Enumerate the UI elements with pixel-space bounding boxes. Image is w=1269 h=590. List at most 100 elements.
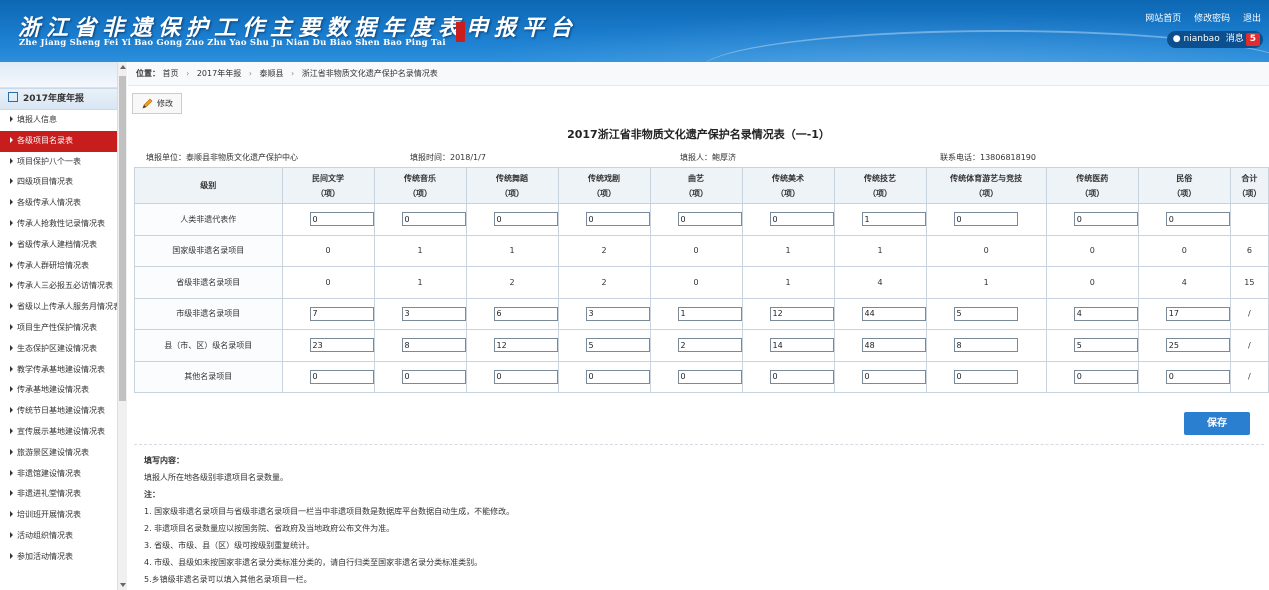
count-input[interactable]: [861, 306, 926, 321]
sidebar-group-2017[interactable]: 2017年度年报: [0, 88, 126, 110]
report-person: 填报人：鲍厚济: [680, 153, 736, 162]
notes: 填写内容： 填报人所在地各级别非遗项目名录数量。 注： 1. 国家级非遗名录项目…: [144, 452, 514, 588]
sidebar-item[interactable]: 培训班开展情况表: [0, 505, 126, 526]
sidebar-item[interactable]: 传承基地建设情况表: [0, 380, 126, 401]
user-box[interactable]: ● nianbao 消息 5: [1166, 31, 1263, 48]
sidebar-item[interactable]: 各级项目名录表: [0, 130, 126, 152]
sidebar-item[interactable]: 项目生产性保护情况表: [0, 318, 126, 339]
table-cell: 1: [465, 234, 559, 267]
column-header-unit: （项）: [592, 188, 617, 198]
count-input[interactable]: [309, 212, 374, 227]
count-input[interactable]: [309, 369, 374, 384]
count-input[interactable]: [677, 306, 742, 321]
count-input[interactable]: [493, 338, 558, 353]
column-header: 传统技艺 （项）: [833, 167, 927, 204]
sidebar-item[interactable]: 非遗馆建设情况表: [0, 464, 126, 485]
count-input[interactable]: [401, 212, 466, 227]
count-input[interactable]: [1165, 369, 1230, 384]
sidebar-item[interactable]: 四级项目情况表: [0, 172, 126, 193]
count-input[interactable]: [493, 212, 558, 227]
messages-label[interactable]: 消息: [1226, 34, 1244, 44]
count-input[interactable]: [585, 306, 650, 321]
sidebar-item[interactable]: 传统节日基地建设情况表: [0, 401, 126, 422]
logout-link[interactable]: 退出: [1243, 14, 1261, 24]
sidebar-item[interactable]: 非遗进礼堂情况表: [0, 484, 126, 505]
count-input[interactable]: [1165, 212, 1230, 227]
count-input[interactable]: [1073, 338, 1138, 353]
count-input[interactable]: [953, 306, 1018, 321]
sidebar-item[interactable]: 参加活动情况表: [0, 547, 126, 568]
count-input[interactable]: [493, 306, 558, 321]
save-button[interactable]: 保存: [1184, 412, 1250, 435]
sidebar-item[interactable]: 生态保护区建设情况表: [0, 339, 126, 360]
table-cell: 0: [1045, 266, 1139, 299]
sidebar-item-label: 参加活动情况表: [17, 551, 73, 561]
scrollbar-thumb[interactable]: [119, 76, 126, 401]
arrow-right-icon: [10, 407, 13, 414]
count-input[interactable]: [309, 338, 374, 353]
site-subtitle: Zhe Jiang Sheng Fei Yi Bao Gong Zuo Zhu …: [19, 38, 446, 48]
sidebar-item-label: 传统节日基地建设情况表: [17, 406, 105, 416]
sidebar-item-label: 旅游景区建设情况表: [17, 447, 89, 457]
edit-button[interactable]: 修改: [132, 93, 182, 114]
sidebar-item[interactable]: 旅游景区建设情况表: [0, 443, 126, 464]
messages-badge[interactable]: 5: [1245, 33, 1260, 46]
arrow-right-icon: [10, 552, 13, 559]
table-cell: [281, 360, 375, 393]
count-input[interactable]: [861, 338, 926, 353]
count-input[interactable]: [1165, 338, 1230, 353]
count-input[interactable]: [585, 369, 650, 384]
count-input[interactable]: [1165, 306, 1230, 321]
count-input[interactable]: [585, 338, 650, 353]
table-cell: [741, 329, 835, 362]
count-input[interactable]: [1073, 212, 1138, 227]
table-row: 县（市、区）级名录项目 /: [134, 329, 1269, 362]
sidebar-item[interactable]: 传承人三必报五必访情况表: [0, 276, 126, 297]
count-input[interactable]: [769, 212, 834, 227]
breadcrumb-home[interactable]: 首页: [163, 69, 179, 78]
count-input[interactable]: [677, 338, 742, 353]
sidebar-item[interactable]: 项目保护八个一表: [0, 152, 126, 173]
sidebar-scrollbar[interactable]: [117, 62, 127, 590]
count-input[interactable]: [1073, 306, 1138, 321]
sidebar-item[interactable]: 各级传承人情况表: [0, 193, 126, 214]
change-password-link[interactable]: 修改密码: [1194, 14, 1230, 24]
table-cell: [465, 203, 559, 236]
sidebar-item[interactable]: 省级传承人建档情况表: [0, 235, 126, 256]
table-cell: [741, 297, 835, 330]
count-input[interactable]: [401, 338, 466, 353]
breadcrumb-year[interactable]: 2017年年报: [197, 69, 241, 78]
count-input[interactable]: [861, 369, 926, 384]
count-input[interactable]: [401, 369, 466, 384]
scroll-up-arrow-icon[interactable]: [120, 65, 126, 69]
table-cell: [1045, 203, 1139, 236]
count-input[interactable]: [953, 369, 1018, 384]
count-input[interactable]: [1073, 369, 1138, 384]
count-input[interactable]: [401, 306, 466, 321]
count-input[interactable]: [953, 338, 1018, 353]
count-input[interactable]: [677, 212, 742, 227]
sidebar-item[interactable]: 省级以上传承人服务月情况表: [0, 297, 126, 318]
home-link[interactable]: 网站首页: [1145, 14, 1181, 24]
sidebar-item[interactable]: 宣传展示基地建设情况表: [0, 422, 126, 443]
breadcrumb-county[interactable]: 泰顺县: [260, 69, 284, 78]
table-cell: 0: [925, 234, 1047, 267]
count-input[interactable]: [769, 306, 834, 321]
sidebar-item[interactable]: 传承人抢救性记录情况表: [0, 214, 126, 235]
count-input[interactable]: [769, 338, 834, 353]
count-input[interactable]: [861, 212, 926, 227]
sidebar-item[interactable]: 填报人信息: [0, 110, 126, 131]
sidebar-item[interactable]: 教学传承基地建设情况表: [0, 360, 126, 381]
scroll-down-arrow-icon[interactable]: [120, 583, 126, 587]
count-input[interactable]: [585, 212, 650, 227]
count-input[interactable]: [769, 369, 834, 384]
table-cell: [557, 203, 651, 236]
sidebar-top-strip: [0, 62, 126, 88]
count-input[interactable]: [309, 306, 374, 321]
sidebar-item[interactable]: 活动组织情况表: [0, 526, 126, 547]
count-input[interactable]: [953, 212, 1018, 227]
sidebar-item[interactable]: 传承人群研培情况表: [0, 256, 126, 277]
count-input[interactable]: [493, 369, 558, 384]
count-input[interactable]: [677, 369, 742, 384]
sidebar-item-label: 省级以上传承人服务月情况表: [17, 302, 121, 312]
